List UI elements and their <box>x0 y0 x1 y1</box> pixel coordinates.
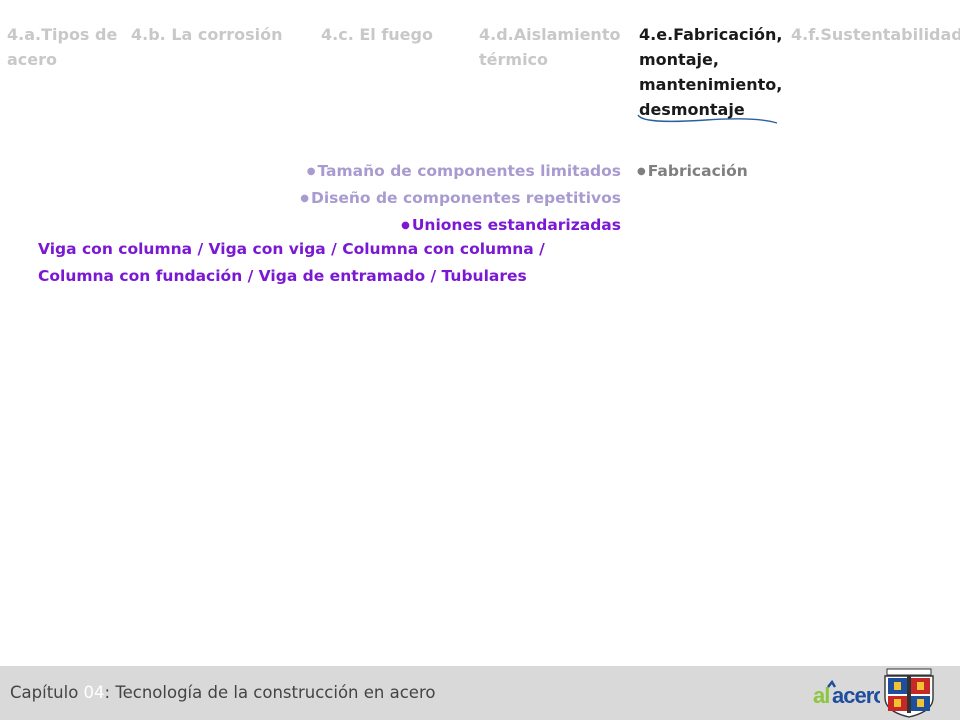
bullet-item: ● Diseño de componentes repetitivos <box>6 185 621 212</box>
bullet-dot: ● <box>300 193 309 204</box>
connections-line: Viga con columna / Viga con viga / Colum… <box>38 240 545 258</box>
bullet-item: ● Uniones estandarizadas <box>6 212 621 239</box>
section-bullet-fabricacion: ● Fabricación <box>637 158 748 185</box>
tab-sustentabilidad[interactable]: 4.f.Sustentabilidad <box>791 22 960 47</box>
bullet-text: Fabricación <box>647 162 748 180</box>
svg-text:acero: acero <box>832 683 880 708</box>
bullet-dot: ● <box>401 220 410 231</box>
alacero-logo: al acero <box>813 679 880 708</box>
bullet-item: ● Tamaño de componentes limitados <box>6 158 621 185</box>
active-tab-underline <box>637 114 778 124</box>
bullet-text: Diseño de componentes repetitivos <box>310 189 621 207</box>
connections-line: Columna con fundación / Viga de entramad… <box>38 267 527 285</box>
tab-tipos-de-acero[interactable]: 4.a.Tipos de acero <box>7 22 125 72</box>
tab-aislamiento-termico[interactable]: 4.d.Aislamiento térmico <box>479 22 629 72</box>
university-shield-icon <box>884 668 934 718</box>
tab-la-corrosion[interactable]: 4.b. La corrosión <box>131 22 316 47</box>
chapter-number: 04 <box>83 683 105 702</box>
bullet-text: Uniones estandarizadas <box>411 216 621 234</box>
bullet-text: Tamaño de componentes limitados <box>317 162 621 180</box>
tab-el-fuego[interactable]: 4.c. El fuego <box>321 22 471 47</box>
bullet-dot: ● <box>637 166 646 177</box>
tab-fabricacion-montaje[interactable]: 4.e.Fabricación, montaje, mantenimiento,… <box>639 22 787 122</box>
svg-text:al: al <box>813 683 829 708</box>
connection-types: Viga con columna / Viga con viga / Colum… <box>38 236 618 290</box>
bullet-list: ● Tamaño de componentes limitados ● Diseño… <box>6 158 621 239</box>
chapter-subtitle: : Tecnología de la construcción en acero <box>104 683 436 702</box>
chapter-prefix: Capítulo <box>10 683 84 702</box>
bullet-dot: ● <box>306 166 316 177</box>
chapter-title: Capítulo 04: Tecnología de la construcci… <box>10 683 435 702</box>
